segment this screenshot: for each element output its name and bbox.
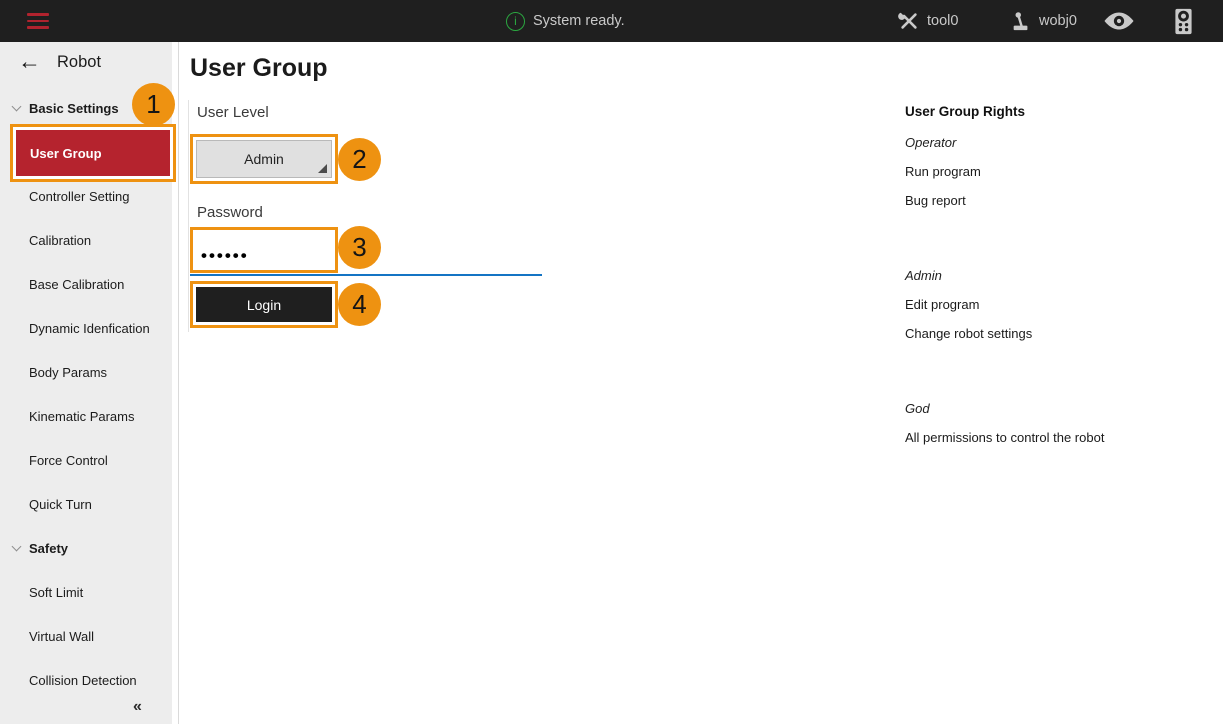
dropdown-triangle-icon [318, 164, 327, 173]
rights-role-operator: Operator [905, 135, 956, 150]
chevron-down-icon [12, 101, 22, 111]
sidebar-item-controller-setting[interactable]: Controller Setting [0, 186, 172, 206]
sidebar-item-calibration[interactable]: Calibration [0, 230, 172, 250]
system-status: i System ready. [506, 0, 625, 42]
wobj-label: wobj0 [1039, 13, 1077, 29]
sidebar-collapse-icon[interactable]: « [133, 698, 142, 716]
tools-icon [898, 10, 920, 32]
sidebar-item-dynamic-idenfication[interactable]: Dynamic Idenfication [0, 318, 172, 338]
back-arrow-icon[interactable]: ← [18, 50, 41, 73]
rights-role-admin: Admin [905, 268, 942, 283]
page-title: User Group [190, 54, 328, 83]
rights-permission: Edit program [905, 297, 979, 312]
sidebar-item-body-params[interactable]: Body Params [0, 362, 172, 382]
section-underline [190, 274, 542, 276]
sidebar-item-user-group-selected[interactable]: User Group [16, 130, 170, 176]
sidebar-item-virtual-wall[interactable]: Virtual Wall [0, 626, 172, 646]
sidebar-title: Robot [57, 53, 101, 72]
form-border-line [188, 100, 189, 332]
annotation-badge-1: 1 [132, 83, 175, 126]
sidebar-item-force-control[interactable]: Force Control [0, 450, 172, 470]
tool-label: tool0 [927, 13, 958, 29]
sidebar-item-soft-limit[interactable]: Soft Limit [0, 582, 172, 602]
password-input[interactable]: •••••• [196, 233, 332, 267]
rights-permission: All permissions to control the robot [905, 430, 1104, 445]
top-bar: i System ready. tool0 wobj0 [0, 0, 1223, 42]
sidebar-group-label: Basic Settings [29, 101, 119, 116]
annotation-box-1: User Group [10, 124, 176, 182]
rights-title: User Group Rights [905, 104, 1025, 119]
pendant-icon[interactable] [1172, 8, 1195, 40]
hamburger-menu-icon[interactable] [27, 13, 49, 30]
tool-selector[interactable]: tool0 [898, 0, 958, 42]
user-level-dropdown[interactable]: Admin [196, 140, 332, 178]
sidebar-divider [178, 42, 179, 724]
annotation-box-4: Login [190, 281, 338, 328]
password-label: Password [197, 204, 263, 221]
info-icon: i [506, 12, 525, 31]
sidebar-item-kinematic-params[interactable]: Kinematic Params [0, 406, 172, 426]
app-window: i System ready. tool0 wobj0 [0, 0, 1223, 724]
rights-permission: Change robot settings [905, 326, 1032, 341]
joystick-icon [1010, 10, 1032, 32]
user-level-label: User Level [197, 104, 269, 121]
eye-icon[interactable] [1103, 11, 1135, 36]
login-button[interactable]: Login [196, 287, 332, 322]
sidebar-group-label: Safety [29, 541, 68, 556]
sidebar: ← Robot Basic Settings User Group Controll… [0, 42, 172, 724]
sidebar-group-safety[interactable]: Safety [0, 538, 172, 558]
annotation-badge-2: 2 [338, 138, 381, 181]
rights-permission: Run program [905, 164, 981, 179]
annotation-badge-4: 4 [338, 283, 381, 326]
sidebar-item-quick-turn[interactable]: Quick Turn [0, 494, 172, 514]
annotation-badge-3: 3 [338, 226, 381, 269]
rights-role-god: God [905, 401, 930, 416]
sidebar-item-collision-detection[interactable]: Collision Detection [0, 670, 172, 690]
annotation-box-3: •••••• [190, 227, 338, 273]
annotation-box-2: Admin [190, 134, 338, 184]
user-level-value: Admin [244, 151, 284, 167]
status-text: System ready. [533, 13, 625, 29]
wobj-selector[interactable]: wobj0 [1010, 0, 1077, 42]
chevron-down-icon [12, 541, 22, 551]
rights-permission: Bug report [905, 193, 966, 208]
sidebar-item-base-calibration[interactable]: Base Calibration [0, 274, 172, 294]
